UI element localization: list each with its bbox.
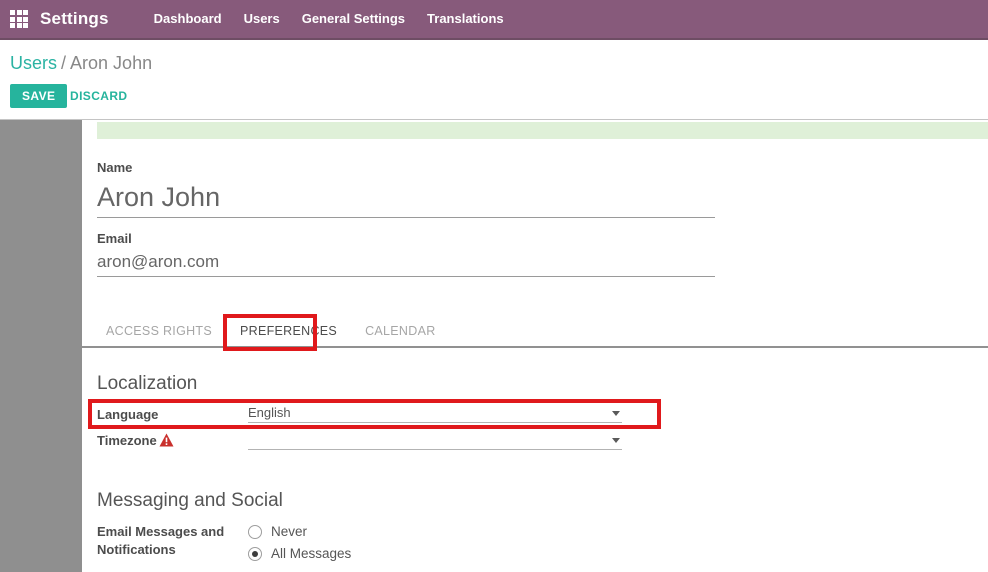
breadcrumb-separator: / xyxy=(57,53,70,73)
control-panel: Users/Aron John SAVE DISCARD xyxy=(0,40,988,119)
chevron-down-icon xyxy=(612,438,620,443)
email-label: Email xyxy=(97,231,132,246)
radio-unchecked-icon[interactable] xyxy=(248,525,262,539)
save-button[interactable]: SAVE xyxy=(10,84,67,108)
navbar-menu: Dashboard Users General Settings Transla… xyxy=(143,0,515,38)
nav-item-users[interactable]: Users xyxy=(233,0,291,38)
sheet-background-strip xyxy=(0,120,82,572)
breadcrumb: Users/Aron John xyxy=(10,53,152,74)
nav-item-dashboard[interactable]: Dashboard xyxy=(143,0,233,38)
annotation-box-preferences-tab xyxy=(223,314,317,351)
radio-option-never[interactable]: Never xyxy=(248,524,307,539)
radio-all-messages-label: All Messages xyxy=(271,546,351,561)
timezone-label: Timezone xyxy=(97,433,174,450)
email-input[interactable]: aron@aron.com xyxy=(97,249,715,277)
radio-option-all-messages[interactable]: All Messages xyxy=(248,546,351,561)
radio-checked-icon[interactable] xyxy=(248,547,262,561)
nav-item-general-settings[interactable]: General Settings xyxy=(291,0,416,38)
name-input[interactable]: Aron John xyxy=(97,178,715,218)
discard-button[interactable]: DISCARD xyxy=(70,84,127,108)
radio-never-label: Never xyxy=(271,524,307,539)
success-banner xyxy=(97,122,988,139)
nav-item-translations[interactable]: Translations xyxy=(416,0,515,38)
annotation-box-language-field xyxy=(88,399,661,429)
app-title[interactable]: Settings xyxy=(40,9,109,29)
breadcrumb-current: Aron John xyxy=(70,53,152,73)
tab-access-rights[interactable]: ACCESS RIGHTS xyxy=(92,316,226,346)
settings-user-form-screen: Settings Dashboard Users General Setting… xyxy=(0,0,988,572)
breadcrumb-users-link[interactable]: Users xyxy=(10,53,57,73)
apps-grid-icon xyxy=(10,10,28,28)
top-navbar: Settings Dashboard Users General Setting… xyxy=(0,0,988,40)
notifications-label: Email Messages and Notifications xyxy=(97,523,247,559)
messaging-section-title: Messaging and Social xyxy=(97,490,283,512)
form-view: Name Aron John Email aron@aron.com ACCES… xyxy=(0,119,988,572)
notebook-tabbar: ACCESS RIGHTS PREFERENCES CALENDAR xyxy=(82,316,988,348)
timezone-dropdown[interactable] xyxy=(248,432,622,450)
apps-menu-button[interactable] xyxy=(0,0,38,39)
warning-icon xyxy=(159,433,174,450)
name-label: Name xyxy=(97,160,132,175)
localization-section-title: Localization xyxy=(97,373,197,395)
tab-calendar[interactable]: CALENDAR xyxy=(351,316,449,346)
timezone-label-text: Timezone xyxy=(97,433,157,448)
